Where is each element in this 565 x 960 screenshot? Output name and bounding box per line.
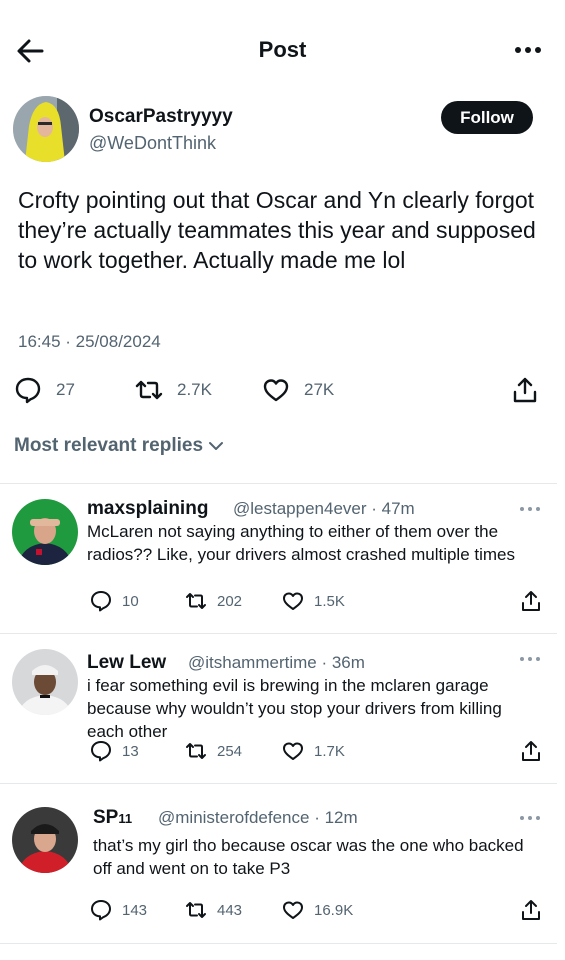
more-dots-icon[interactable]	[519, 813, 541, 823]
reply-avatar-image	[12, 807, 78, 873]
share-icon	[522, 741, 540, 761]
repost-count: 443	[217, 901, 243, 919]
reply-icon	[91, 900, 111, 921]
repost-icon	[135, 380, 163, 400]
reply-count: 143	[122, 901, 148, 919]
heart-icon	[283, 592, 303, 610]
reply-actions: 13 254 1.7K	[0, 738, 565, 764]
reply-button[interactable]: 10	[90, 588, 139, 614]
reply-author-name[interactable]: maxsplaining	[87, 498, 208, 520]
like-count: 27K	[304, 380, 335, 399]
reply-item[interactable]: Lew Lew @itshammertime · 36m i fear some…	[0, 633, 565, 783]
post-timestamp[interactable]: 16:45 · 25/08/2024	[18, 332, 161, 352]
reply-icon	[91, 741, 111, 762]
reply-count: 10	[122, 592, 139, 610]
like-button[interactable]: 16.9K	[282, 897, 353, 923]
like-button[interactable]: 27K	[262, 372, 334, 408]
reply-icon	[91, 591, 111, 612]
reply-button[interactable]: 27	[14, 372, 75, 408]
reply-avatar-image	[12, 649, 78, 715]
repost-button[interactable]: 202	[185, 588, 242, 614]
reply-name-suffix: 11	[118, 811, 133, 826]
like-count: 16.9K	[314, 901, 354, 919]
reply-handle: @itshammertime	[188, 653, 317, 672]
author-avatar-image	[13, 96, 79, 162]
reply-time: · 36m	[321, 653, 365, 672]
avatar[interactable]	[12, 649, 78, 715]
repost-count: 254	[217, 742, 243, 760]
author-name[interactable]: OscarPastryyyy	[89, 106, 233, 128]
heart-icon	[283, 742, 303, 760]
share-icon	[522, 591, 540, 611]
share-button[interactable]	[520, 897, 542, 923]
repost-icon	[186, 593, 206, 609]
reply-author-handle[interactable]: @lestappen4ever · 47m	[233, 499, 415, 519]
share-icon	[522, 900, 540, 920]
reply-author-handle[interactable]: @ministerofdefence · 12m	[158, 808, 358, 828]
reply-author-handle[interactable]: @itshammertime · 36m	[188, 653, 365, 673]
heart-icon	[263, 379, 289, 402]
reply-actions: 143 443 16.9K	[0, 897, 565, 923]
reply-author-name[interactable]: SP11	[93, 807, 132, 829]
reply-actions: 10 202 1.5K	[0, 588, 565, 614]
more-dots-icon[interactable]	[519, 504, 541, 514]
repost-button[interactable]: 443	[185, 897, 242, 923]
reply-text: i fear something evil is brewing in the …	[87, 676, 502, 741]
reply-time: · 47m	[371, 499, 415, 518]
author-handle[interactable]: @WeDontThink	[89, 133, 216, 154]
reply-count: 13	[122, 742, 139, 760]
chevron-down-icon	[209, 442, 224, 450]
repost-button[interactable]: 254	[185, 738, 242, 764]
like-count: 1.5K	[314, 592, 345, 610]
repost-icon	[186, 902, 206, 918]
reply-sort-dropdown[interactable]: Most relevant replies	[14, 435, 225, 457]
page-title: Post	[258, 37, 307, 62]
top-bar: Post	[0, 0, 565, 100]
more-dots-icon[interactable]	[519, 654, 541, 664]
share-button[interactable]	[520, 738, 542, 764]
avatar[interactable]	[13, 96, 79, 162]
repost-button[interactable]: 2.7K	[135, 372, 212, 408]
post-author: OscarPastryyyy @WeDontThink Follow	[0, 96, 565, 166]
reply-handle: @lestappen4ever	[233, 499, 367, 518]
reply-item[interactable]: maxsplaining @lestappen4ever · 47m McLar…	[0, 483, 565, 633]
reply-sort-label: Most relevant replies	[14, 435, 204, 456]
more-options-button[interactable]	[513, 38, 543, 62]
reply-name: SP	[93, 807, 119, 828]
repost-count: 202	[217, 592, 243, 610]
post-text: Crofty pointing out that Oscar and Yn cl…	[18, 187, 536, 273]
reply-handle: @ministerofdefence	[158, 808, 310, 827]
reply-text: McLaren not saying anything to either of…	[87, 522, 516, 564]
follow-button[interactable]: Follow	[441, 101, 533, 134]
post-actions: 27 2.7K 27K	[0, 372, 565, 408]
divider	[0, 943, 557, 944]
share-button[interactable]	[511, 372, 539, 408]
reply-button[interactable]: 13	[90, 738, 139, 764]
reply-author-name[interactable]: Lew Lew	[87, 652, 166, 674]
heart-icon	[283, 901, 303, 919]
repost-count: 2.7K	[177, 380, 212, 399]
reply-text: that’s my girl tho because oscar was the…	[93, 836, 524, 878]
share-button[interactable]	[520, 588, 542, 614]
reply-avatar-image	[12, 499, 78, 565]
more-dots-icon	[515, 47, 541, 53]
avatar[interactable]	[12, 499, 78, 565]
like-count: 1.7K	[314, 742, 345, 760]
share-icon	[513, 377, 537, 403]
avatar[interactable]	[12, 807, 78, 873]
reply-count: 27	[56, 380, 75, 399]
reply-icon	[15, 377, 41, 404]
like-button[interactable]: 1.5K	[282, 588, 345, 614]
repost-icon	[186, 743, 206, 759]
reply-button[interactable]: 143	[90, 897, 147, 923]
like-button[interactable]: 1.7K	[282, 738, 345, 764]
reply-time: · 12m	[314, 808, 358, 827]
reply-item[interactable]: SP11 @ministerofdefence · 12m that’s my …	[0, 783, 565, 943]
